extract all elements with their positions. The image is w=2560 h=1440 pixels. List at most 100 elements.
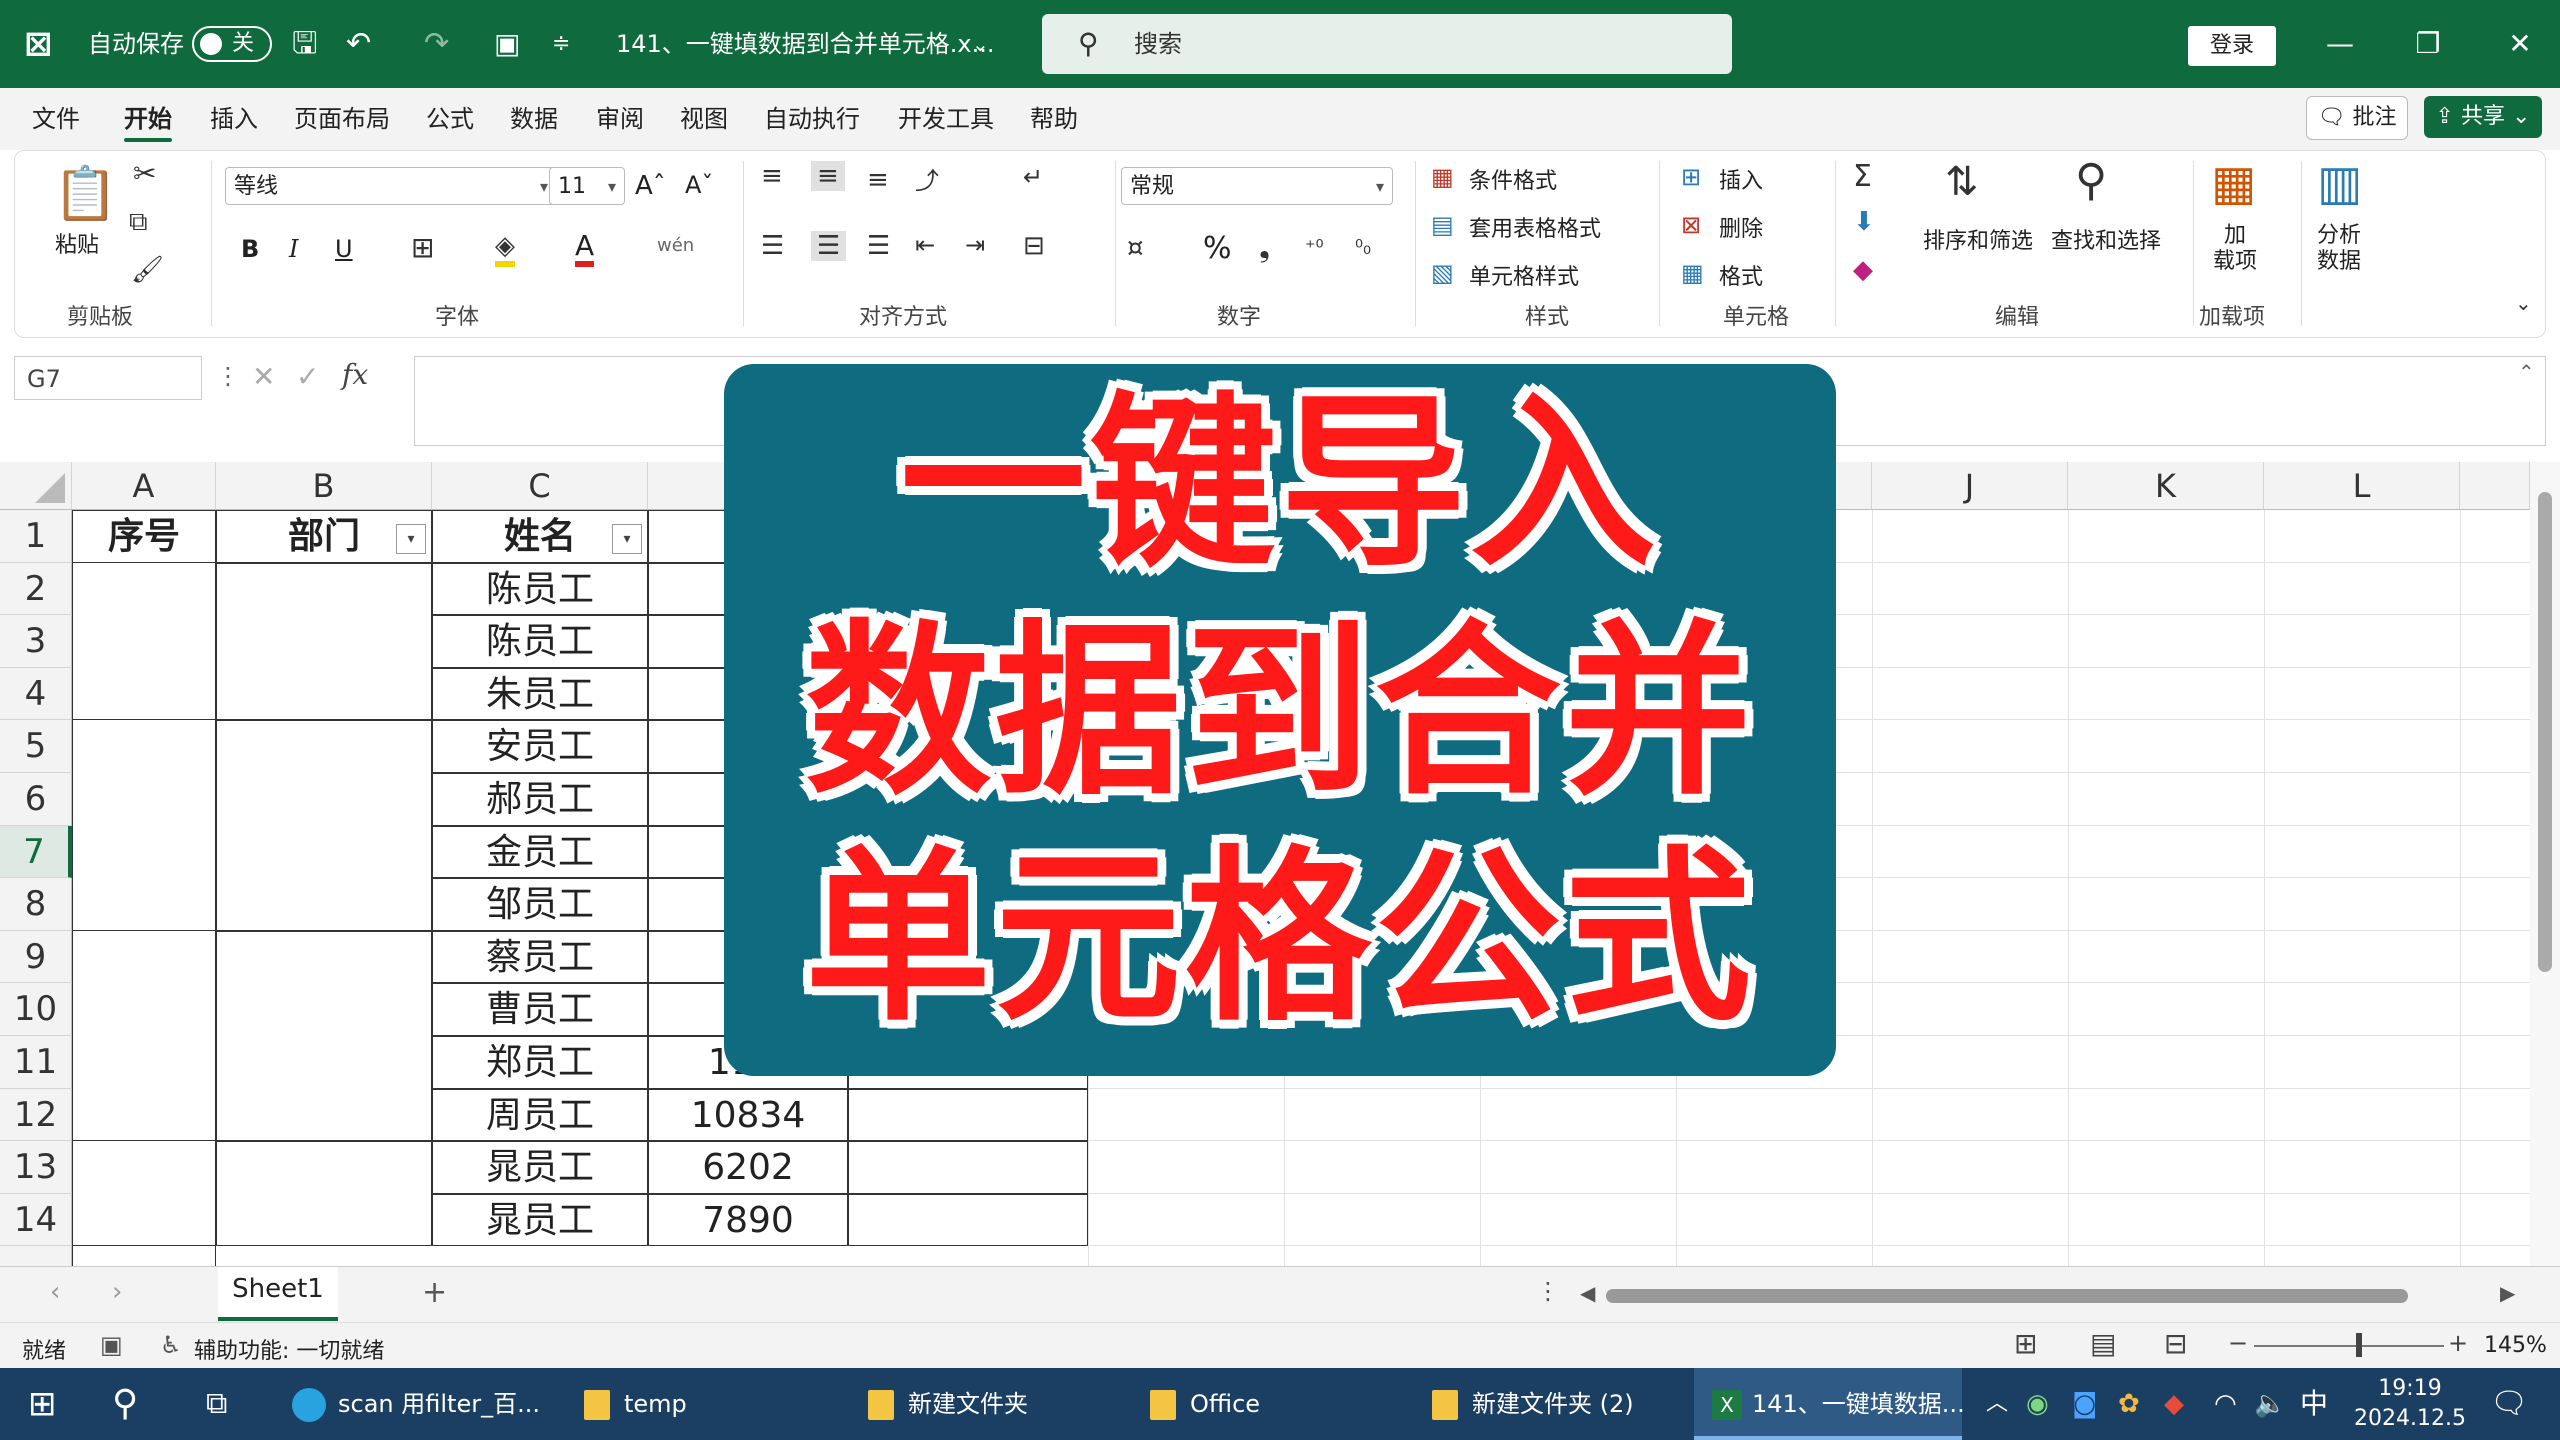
redo-icon[interactable]: ↷ [424,0,449,88]
ime-indicator[interactable]: 中 [2300,1368,2328,1440]
copy-icon[interactable]: ⧉ [129,207,148,238]
merged-cell-department[interactable] [216,1141,432,1247]
cell-name[interactable]: 金员工 [432,825,648,879]
formula-expand-chevron-icon[interactable]: ⌃ [2518,360,2535,384]
accessibility-status[interactable]: 辅助功能: 一切就绪 [194,1333,384,1365]
clear-icon[interactable]: ◆ [1853,255,1873,285]
wrap-text-icon[interactable]: ↵ [1023,163,1043,191]
row-header[interactable]: 2 [0,562,72,616]
find-select-button[interactable]: 查找和选择 [2051,223,2161,255]
taskbar-item-edge[interactable]: scan 用filter_百... [292,1368,540,1440]
menu-developer[interactable]: 开发工具 [898,88,994,150]
cell-value[interactable]: 10834 [648,1088,848,1142]
cell-a[interactable] [72,1141,216,1194]
title-chevron-down-icon[interactable]: ⌄ [972,0,989,88]
analyze-data-button[interactable]: 分析 数据 [2317,223,2361,275]
menu-review[interactable]: 审阅 [596,88,644,150]
cell-name[interactable]: 郑员工 [432,1036,648,1089]
cell-name[interactable]: 安员工 [432,720,648,773]
cell-a[interactable] [72,1193,216,1247]
cell-name[interactable]: 晁员工 [432,1141,648,1194]
row-header[interactable]: 1 [0,510,72,563]
cell-a[interactable] [72,825,216,879]
cell-value[interactable]: 7890 [648,1193,848,1247]
select-all-corner[interactable] [0,462,72,510]
cell-name[interactable]: 蔡员工 [432,930,648,984]
row-header[interactable]: 10 [0,983,72,1036]
cell-name[interactable]: 陈员工 [432,615,648,668]
cell-a[interactable] [72,667,216,721]
row-header[interactable]: 14 [0,1193,72,1247]
align-top-icon[interactable]: ≡ [761,161,783,191]
customize-qat-icon[interactable]: ≑ [552,0,570,88]
cell-a[interactable] [72,773,216,826]
cut-icon[interactable]: ✂ [133,157,156,190]
paste-label[interactable]: 粘贴 [55,227,99,259]
decrease-indent-icon[interactable]: ⇤ [915,231,935,259]
menu-help[interactable]: 帮助 [1030,88,1078,150]
login-button[interactable]: 登录 [2188,26,2276,66]
page-break-view-icon[interactable]: ⊟ [2164,1327,2187,1360]
taskbar-item-new-folder-2[interactable]: 新建文件夹 (2) [1432,1368,1634,1440]
autosum-icon[interactable]: Σ [1853,159,1872,194]
column-header-k[interactable]: K [2068,462,2264,510]
menu-insert[interactable]: 插入 [210,88,258,150]
fill-color-icon[interactable]: ◈ [495,231,515,267]
share-button[interactable]: ⇪ 共享 ⌄ [2424,96,2542,138]
column-header-c[interactable]: C [432,462,648,510]
sort-filter-button[interactable]: 排序和筛选 [1923,223,2033,255]
cell-a[interactable] [72,1088,216,1142]
increase-decimal-icon[interactable]: ⁺⁰ [1305,235,1324,259]
taskbar-item-office[interactable]: Office [1150,1368,1260,1440]
row-header[interactable]: 4 [0,667,72,721]
page-layout-view-icon[interactable]: ▤ [2090,1327,2116,1360]
align-center-icon[interactable]: ☰ [811,231,847,261]
row-header[interactable]: 9 [0,930,72,984]
menu-view[interactable]: 视图 [680,88,728,150]
zoom-slider-thumb[interactable] [2356,1333,2362,1357]
number-format-select[interactable]: 常规 ▾ [1121,167,1393,205]
ribbon-collapse-chevron-icon[interactable]: ⌄ [2515,291,2532,315]
align-right-icon[interactable]: ☰ [867,231,890,261]
cell-a[interactable] [72,562,216,616]
merged-cell-department[interactable] [216,562,432,721]
orientation-icon[interactable]: ⤴ [915,161,939,196]
insert-cells-button[interactable]: 插入 [1719,163,1763,195]
restore-icon[interactable]: ❐ [2388,0,2468,88]
cell-styles-button[interactable]: 单元格样式 [1469,259,1579,291]
column-header-a[interactable]: A [72,462,216,510]
taskbar-item-new-folder[interactable]: 新建文件夹 [868,1368,1028,1440]
close-icon[interactable]: ✕ [2480,0,2560,88]
document-title[interactable]: 141、一键填数据到合并单元格.x... [616,0,995,88]
windows-start-icon[interactable]: ⊞ [28,1368,57,1440]
bold-button[interactable]: B [241,235,259,263]
row-header[interactable]: 7 [0,825,72,879]
filter-dropdown-b[interactable]: ▾ [396,524,426,554]
zoom-level[interactable]: 145% [2484,1333,2547,1358]
prev-sheet-icon[interactable]: ‹ [50,1277,60,1307]
macro-record-icon[interactable]: ▣ [100,1331,123,1359]
name-box[interactable]: G7 [14,356,202,400]
header-cell-a[interactable]: 序号 [72,510,216,563]
filter-dropdown-c[interactable]: ▾ [612,524,642,554]
cell-name[interactable]: 朱员工 [432,667,648,721]
cell-e[interactable] [848,1141,1088,1194]
add-sheet-button[interactable]: + [422,1275,447,1310]
format-as-table-button[interactable]: 套用表格格式 [1469,211,1601,243]
increase-indent-icon[interactable]: ⇥ [965,231,985,259]
decrease-decimal-icon[interactable]: ⁰₀ [1355,235,1371,259]
confirm-entry-icon[interactable]: ✓ [296,360,319,393]
menu-page-layout[interactable]: 页面布局 [294,88,390,150]
column-header-b[interactable]: B [216,462,432,510]
cell-a[interactable] [72,1036,216,1089]
comment-button[interactable]: 🗨 批注 [2306,96,2408,140]
cell-a[interactable] [72,615,216,668]
column-header-m[interactable] [2460,462,2530,510]
notification-icon[interactable]: 🗨 [2490,1368,2528,1440]
cell-e[interactable] [848,1088,1088,1142]
sheet-tab-sheet1[interactable]: Sheet1 [218,1267,338,1321]
zoom-out-icon[interactable]: − [2228,1329,2248,1357]
taskbar-search-icon[interactable]: ⚲ [112,1368,138,1440]
row-header[interactable]: 5 [0,720,72,773]
align-middle-icon[interactable]: ≡ [811,161,845,191]
